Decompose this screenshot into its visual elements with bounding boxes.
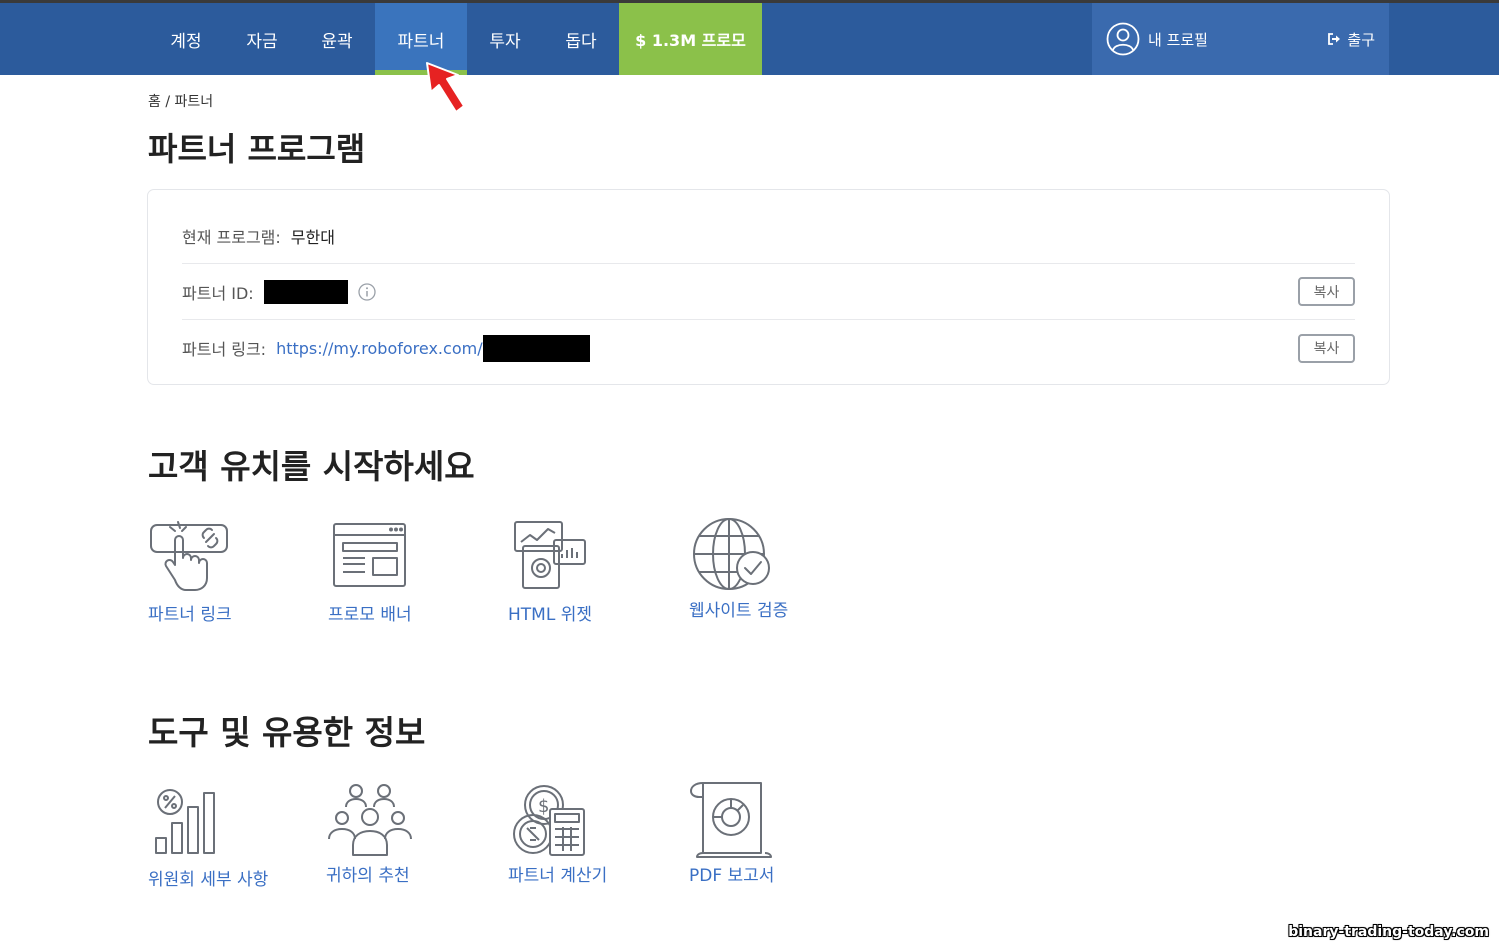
partner-link-url[interactable]: https://my.roboforex.com/ — [276, 339, 483, 358]
breadcrumb-current: 파트너 — [174, 94, 214, 110]
tile-website-verification[interactable]: 웹사이트 검증 — [689, 516, 859, 621]
sign-out-icon — [1328, 33, 1341, 45]
tile-label: 파트너 계산기 — [508, 866, 608, 886]
user-avatar-icon — [1106, 22, 1140, 56]
breadcrumb-separator: / — [160, 94, 175, 110]
tile-label: HTML 위젯 — [508, 605, 592, 625]
current-program-value: 무한대 — [290, 227, 335, 247]
logout-link[interactable]: 출구 — [1328, 3, 1375, 75]
nav-item-promo[interactable]: $ 1.3M 프로모 — [619, 3, 762, 75]
copy-partner-link-button[interactable]: 복사 — [1298, 333, 1355, 363]
current-program-row: 현재 프로그램: 무한대 — [182, 208, 1355, 264]
breadcrumb-home[interactable]: 홈 — [148, 94, 161, 110]
copy-partner-id-button[interactable]: 복사 — [1298, 277, 1355, 306]
tile-label: 귀하의 추천 — [326, 866, 410, 886]
partner-link-row: 파트너 링크: https://my.roboforex.com/ 복사 — [182, 320, 1355, 376]
calculator-coins-icon: $ — [513, 785, 585, 856]
tile-promo-banner[interactable]: 프로모 배너 — [328, 520, 498, 625]
tile-html-widget[interactable]: HTML 위젯 — [508, 520, 678, 625]
tile-label: 위원회 세부 사항 — [148, 870, 269, 890]
watermark: binary-trading-today.com — [1288, 924, 1489, 940]
tools-info-title: 도구 및 유용한 정보 — [148, 713, 426, 752]
referrals-group-icon — [328, 784, 412, 856]
tile-partner-link[interactable]: 파트너 링크 — [148, 520, 318, 625]
nav-item-help[interactable]: 돕다 — [543, 3, 619, 75]
info-icon[interactable] — [358, 282, 376, 301]
nav-item-outline[interactable]: 윤곽 — [299, 3, 375, 75]
tile-pdf-report[interactable]: PDF 보고서 — [689, 779, 859, 886]
svg-text:$: $ — [538, 796, 549, 817]
partner-id-row: 파트너 ID: 복사 — [182, 264, 1355, 320]
tile-commission-details[interactable]: 위원회 세부 사항 — [148, 785, 318, 890]
commission-chart-icon — [155, 789, 215, 854]
widget-icon — [514, 521, 586, 589]
current-program-label: 현재 프로그램: — [182, 227, 281, 247]
partner-id-redacted — [263, 279, 348, 304]
page-title: 파트너 프로그램 — [148, 130, 366, 168]
nav-item-invest[interactable]: 투자 — [467, 3, 543, 75]
partner-link-label: 파트너 링크: — [182, 340, 267, 359]
nav-item-account[interactable]: 계정 — [148, 3, 224, 75]
red-pointer-arrow-icon — [426, 62, 465, 113]
breadcrumb: 홈 / 파트너 — [148, 91, 213, 111]
tile-label: 파트너 링크 — [148, 605, 232, 625]
pdf-report-icon — [690, 782, 772, 858]
tile-your-referrals[interactable]: 귀하의 추천 — [326, 783, 496, 886]
tile-label: 웹사이트 검증 — [689, 601, 789, 621]
my-profile-label: 내 프로필 — [1148, 30, 1208, 49]
my-profile-link[interactable]: 내 프로필 — [1106, 3, 1208, 75]
nav-item-funds[interactable]: 자금 — [224, 3, 300, 75]
tile-partner-calculator[interactable]: $ 파트너 계산기 — [508, 783, 678, 886]
program-card: 현재 프로그램: 무한대 파트너 ID: 복사 파트너 링크: https://… — [147, 189, 1390, 385]
main-navbar: 계정 자금 윤곽 파트너 투자 돕다 $ 1.3M 프로모 내 프로필 출구 — [0, 3, 1499, 75]
tile-label: 프로모 배너 — [328, 605, 412, 625]
tap-link-icon — [150, 521, 228, 591]
globe-check-icon — [693, 518, 770, 590]
partner-id-label: 파트너 ID: — [182, 283, 254, 303]
attract-clients-title: 고객 유치를 시작하세요 — [148, 447, 475, 486]
banner-icon — [333, 523, 406, 587]
partner-link-redacted — [482, 334, 590, 362]
logout-label: 출구 — [1347, 30, 1375, 49]
profile-area: 내 프로필 출구 — [1092, 3, 1389, 75]
tile-label: PDF 보고서 — [689, 866, 775, 886]
